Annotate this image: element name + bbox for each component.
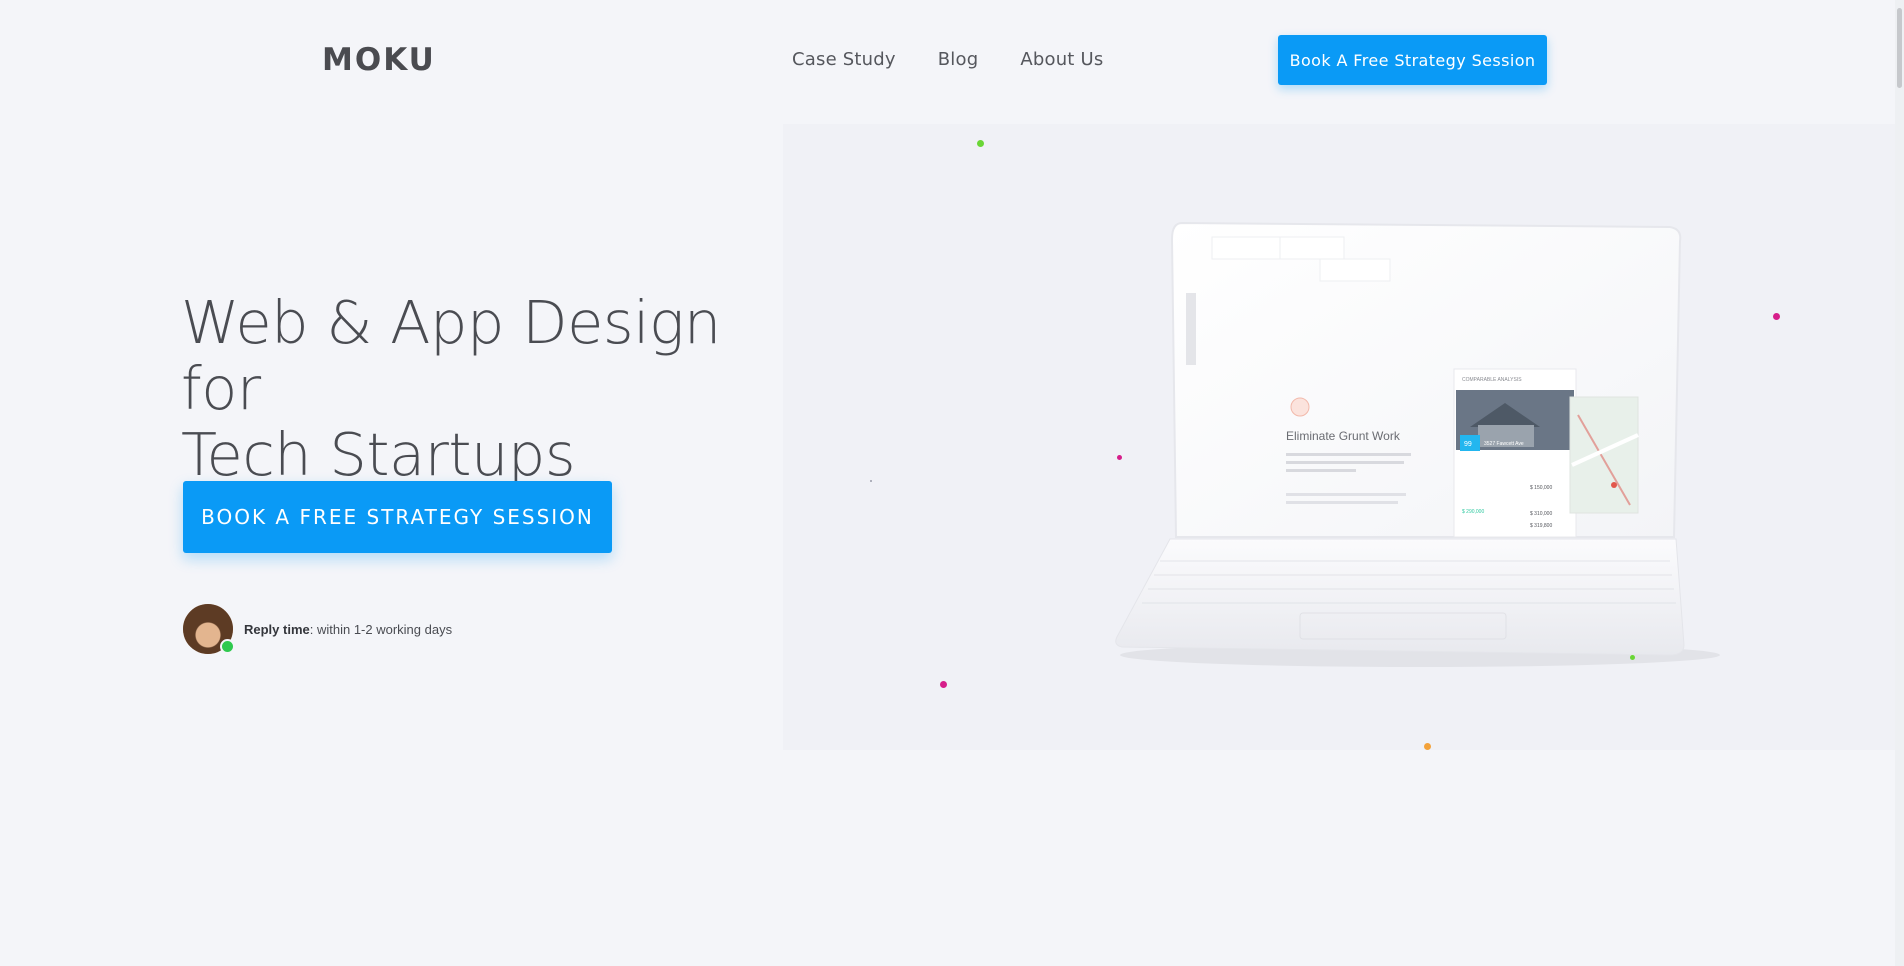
scrollbar-thumb[interactable] [1897,8,1902,88]
map-pin [1611,482,1617,488]
main-nav: Case Study Blog About Us [792,49,1103,70]
particle-orange-1 [1424,743,1431,750]
reply-time-value: : within 1-2 working days [309,621,453,637]
nav-case-study[interactable]: Case Study [792,49,896,70]
laptop-illustration: Eliminate Grunt Work COMPARABLE ANALYSIS… [1115,221,1720,667]
online-status-dot [220,639,235,654]
screen-text-5 [1286,501,1398,504]
particle-magenta-2 [1117,455,1122,460]
nav-blog[interactable]: Blog [938,49,979,70]
stat-card-3 [1319,258,1391,282]
stat-card-2 [1279,236,1345,260]
header-strategy-session-button[interactable]: Book A Free Strategy Session [1278,35,1547,85]
analysis-card-title: COMPARABLE ANALYSIS [1462,377,1522,383]
screen-text-4 [1286,493,1406,496]
screen-text-2 [1286,461,1404,464]
price-2: $ 310,000 [1530,511,1552,517]
moku-logo[interactable]: MOKU [322,42,436,78]
support-avatar [183,604,235,654]
screen-heading: Eliminate Grunt Work [1286,429,1401,443]
particle-green-1 [977,140,984,147]
screen-text-1 [1286,453,1411,456]
hero-headline-line-1: Web & App Design for [181,288,721,423]
laptop-base [1115,538,1685,656]
score-value: 99 [1464,441,1472,448]
screen-text-3 [1286,469,1356,472]
map-card [1569,396,1639,514]
nav-about-us[interactable]: About Us [1020,49,1103,70]
price-3: $ 290,000 [1462,509,1484,515]
stat-card-1 [1211,236,1283,260]
particle-green-2 [1630,655,1635,660]
hero-strategy-session-button[interactable]: BOOK A FREE STRATEGY SESSION [183,481,612,553]
screen-feature-icon [1290,397,1310,417]
price-1: $ 150,000 [1530,485,1552,491]
listing-address: 3527 Fawcett Ave [1484,441,1524,447]
reply-time-label: Reply time [244,621,310,637]
hero-headline-line-2: Tech Startups [181,420,576,489]
price-4: $ 319,800 [1530,523,1552,529]
particle-magenta-1 [1773,313,1780,320]
particle-magenta-3 [940,681,947,688]
screen-sidebar-mark [1186,293,1196,365]
reply-time-text: Reply time: within 1-2 working days [244,622,452,637]
particle-grey-1 [870,480,872,482]
page-scrollbar[interactable] [1895,0,1904,966]
reply-time-info: Reply time: within 1-2 working days [183,604,452,654]
hero-headline: Web & App Design for Tech Startups [181,290,801,488]
